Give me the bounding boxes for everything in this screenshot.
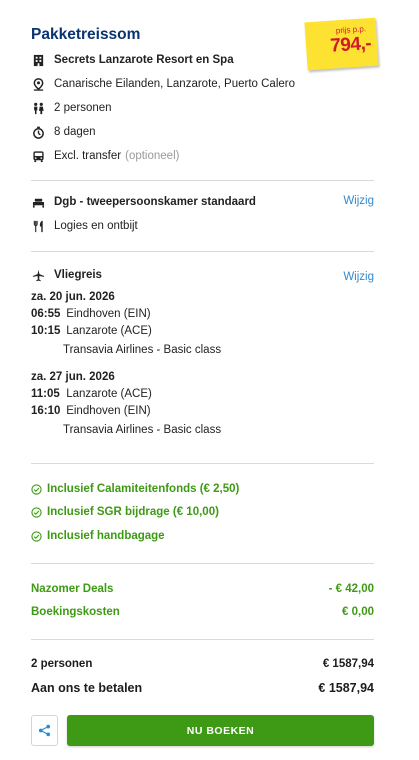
inclusion-item: Inclusief handbagage [31,530,165,542]
booking-fee-value: € 0,00 [342,606,374,618]
outbound-date: za. 20 jun. 2026 [31,291,115,303]
check-circle-icon [31,483,42,495]
building-icon [31,53,45,67]
persons-total-label: 2 personen [31,658,93,670]
outbound-carrier: Transavia Airlines - Basic class [63,344,222,356]
hotel-name: Secrets Lanzarote Resort en Spa [54,54,234,66]
persons-total-row: 2 personen € 1587,94 [31,658,374,670]
room-row: Dgb - tweepersoonskamer standaard [31,193,256,211]
stopwatch-icon [31,125,45,139]
inclusion-label: Inclusief SGR bijdrage (€ 10,00) [47,506,219,518]
change-flight-link[interactable]: Wijzig [343,271,374,283]
return-date: za. 27 jun. 2026 [31,371,115,383]
hotel-name-row: Secrets Lanzarote Resort en Spa [31,51,234,69]
transfer-info: Excl. transfer [54,150,122,162]
outbound-departure: 06:55 Eindhoven (EIN) [31,308,151,320]
location-row: Canarische Eilanden, Lanzarote, Puerto C… [31,75,295,93]
deal-label: Nazomer Deals [31,583,114,595]
page-title: Pakketreissom [31,26,141,43]
duration-row: 8 dagen [31,123,96,141]
board-row: Logies en ontbijt [31,217,138,235]
hotel-location: Canarische Eilanden, Lanzarote, Puerto C… [54,78,296,90]
transfer-optional: (optioneel) [125,150,180,162]
airplane-icon [31,268,45,282]
inclusion-item: Inclusief SGR bijdrage (€ 10,00) [31,506,219,518]
price-tag: prijs p.p. 794,- [304,17,379,71]
flight-title: Vliegreis [54,269,102,281]
booking-fee-row: Boekingskosten € 0,00 [31,606,374,618]
inclusion-item: Inclusief Calamiteitenfonds (€ 2,50) [31,483,239,495]
deal-value: - € 42,00 [328,583,374,595]
flight-title-row: Vliegreis [31,266,102,284]
bed-icon [31,195,45,209]
persons-count: 2 personen [54,102,112,114]
divider [31,251,374,252]
change-room-link[interactable]: Wijzig [343,195,374,207]
return-dep-airport: Lanzarote (ACE) [66,388,152,400]
persons-icon [31,101,45,115]
divider [31,639,374,640]
outbound-dep-time: 06:55 [31,308,61,320]
inclusion-label: Inclusief handbagage [47,530,165,542]
price-value: 794,- [329,32,372,57]
share-button[interactable] [31,715,58,746]
outbound-arrival: 10:15 Lanzarote (ACE) [31,325,152,337]
share-icon [38,724,51,737]
return-arrival: 16:10 Eindhoven (EIN) [31,405,151,417]
outbound-arr-time: 10:15 [31,325,61,337]
divider [31,180,374,181]
trip-duration: 8 dagen [54,126,96,138]
book-now-button[interactable]: NU BOEKEN [67,715,374,746]
inclusion-label: Inclusief Calamiteitenfonds (€ 2,50) [47,483,240,495]
amount-due-row: Aan ons te betalen € 1587,94 [31,681,374,695]
persons-row: 2 personen [31,99,112,117]
board-type: Logies en ontbijt [54,220,138,232]
return-arr-time: 16:10 [31,405,61,417]
transfer-row: Excl. transfer (optioneel) [31,147,179,165]
return-arr-airport: Eindhoven (EIN) [66,405,151,417]
divider [31,563,374,564]
check-circle-icon [31,506,42,518]
bus-icon [31,149,45,163]
location-pin-icon [31,77,45,91]
cutlery-icon [31,219,45,233]
outbound-dep-airport: Eindhoven (EIN) [66,308,151,320]
room-name: Dgb - tweepersoonskamer standaard [54,196,256,208]
booking-fee-label: Boekingskosten [31,606,120,618]
return-dep-time: 11:05 [31,388,60,400]
divider [31,463,374,464]
persons-total-value: € 1587,94 [322,658,374,670]
amount-due-label: Aan ons te betalen [31,681,143,695]
outbound-arr-airport: Lanzarote (ACE) [66,325,152,337]
return-carrier: Transavia Airlines - Basic class [63,424,222,436]
amount-due-value: € 1587,94 [318,681,374,695]
deal-row: Nazomer Deals - € 42,00 [31,583,374,595]
check-circle-icon [31,530,42,542]
return-departure: 11:05 Lanzarote (ACE) [31,388,152,400]
